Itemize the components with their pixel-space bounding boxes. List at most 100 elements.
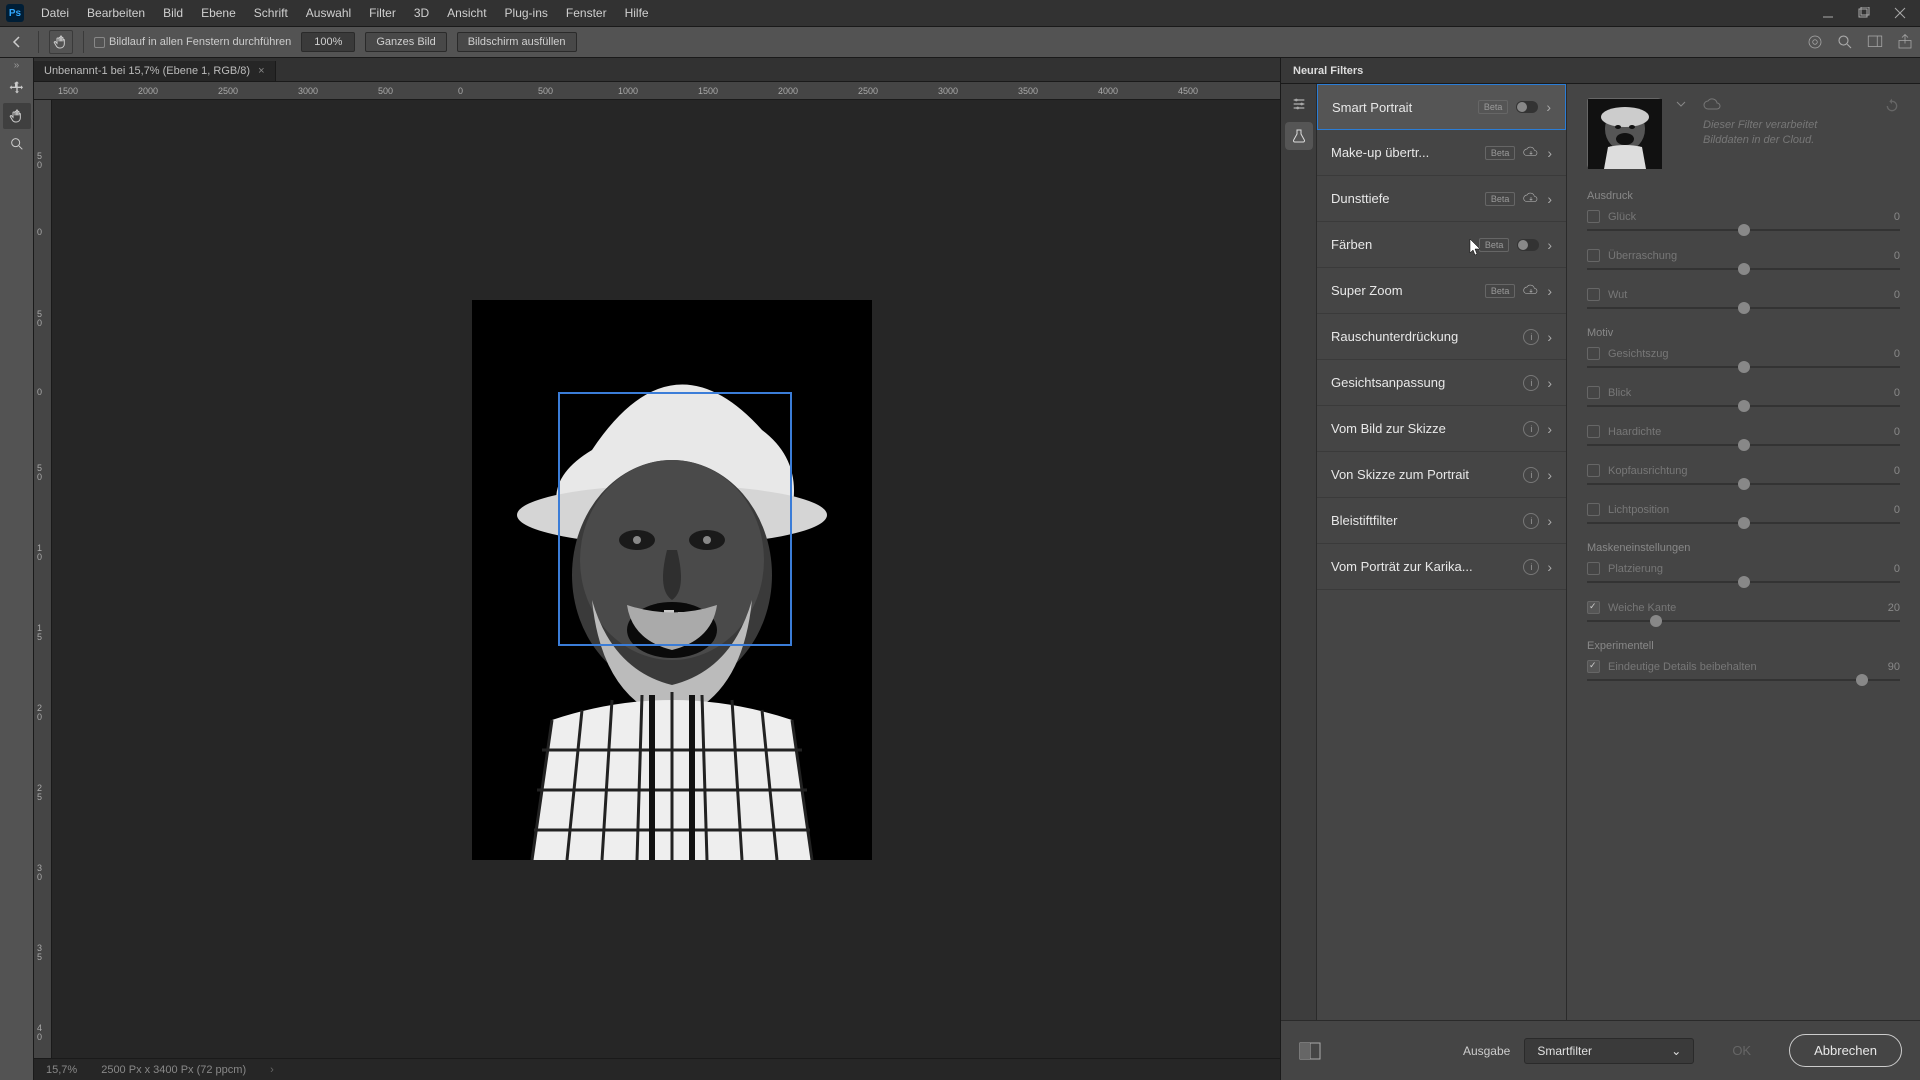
slider-thumb[interactable]	[1738, 478, 1750, 490]
close-button[interactable]	[1886, 3, 1914, 23]
category-featured[interactable]	[1285, 90, 1313, 118]
chevron-right-icon[interactable]: ›	[270, 1064, 274, 1076]
slider-checkbox[interactable]	[1587, 347, 1600, 360]
download-icon[interactable]	[1523, 283, 1539, 299]
filter-item[interactable]: Gesichtsanpassungi›	[1317, 360, 1566, 406]
home-back-button[interactable]	[6, 31, 28, 53]
slider-thumb[interactable]	[1738, 263, 1750, 275]
info-icon[interactable]: i	[1523, 513, 1539, 529]
filter-toggle[interactable]	[1517, 239, 1539, 251]
share-icon[interactable]	[1896, 33, 1914, 51]
info-icon[interactable]: i	[1523, 421, 1539, 437]
category-beta[interactable]	[1285, 122, 1313, 150]
slider-checkbox[interactable]	[1587, 660, 1600, 673]
filter-item[interactable]: Vom Porträt zur Karika...i›	[1317, 544, 1566, 590]
filter-item[interactable]: Make-up übertr...Beta›	[1317, 130, 1566, 176]
move-tool[interactable]	[3, 75, 31, 101]
workspace-icon[interactable]	[1866, 33, 1884, 51]
cloud-icon[interactable]	[1806, 33, 1824, 51]
slider-track[interactable]	[1587, 483, 1900, 485]
slider-checkbox[interactable]	[1587, 425, 1600, 438]
slider-track[interactable]	[1587, 620, 1900, 622]
slider-checkbox[interactable]	[1587, 210, 1600, 223]
info-icon[interactable]: i	[1523, 467, 1539, 483]
menu-item[interactable]: Plug-ins	[496, 4, 557, 22]
slider-checkbox[interactable]	[1587, 503, 1600, 516]
menu-item[interactable]: Hilfe	[616, 4, 658, 22]
face-thumbnail[interactable]	[1587, 98, 1661, 168]
slider-track[interactable]	[1587, 366, 1900, 368]
filter-toggle[interactable]	[1516, 101, 1538, 113]
close-icon[interactable]: ×	[258, 65, 264, 77]
chevron-down-icon[interactable]	[1675, 98, 1689, 112]
info-icon[interactable]: i	[1523, 329, 1539, 345]
slider-track[interactable]	[1587, 307, 1900, 309]
ok-button[interactable]: OK	[1708, 1035, 1775, 1066]
menu-item[interactable]: Bild	[154, 4, 192, 22]
slider-track[interactable]	[1587, 679, 1900, 681]
slider-checkbox[interactable]	[1587, 288, 1600, 301]
slider-track[interactable]	[1587, 444, 1900, 446]
menu-item[interactable]: Ebene	[192, 4, 245, 22]
slider-checkbox[interactable]	[1587, 249, 1600, 262]
slider-checkbox[interactable]	[1587, 562, 1600, 575]
slider-thumb[interactable]	[1738, 400, 1750, 412]
doc-tab[interactable]: Unbenannt-1 bei 15,7% (Ebene 1, RGB/8)×	[34, 61, 276, 81]
collapse-icon[interactable]: »	[14, 60, 20, 74]
maximize-button[interactable]	[1850, 3, 1878, 23]
reset-icon[interactable]	[1884, 98, 1900, 114]
menu-item[interactable]: Auswahl	[297, 4, 360, 22]
menu-item[interactable]: Ansicht	[438, 4, 495, 22]
filter-item[interactable]: Rauschunterdrückungi›	[1317, 314, 1566, 360]
menu-item[interactable]: Bearbeiten	[78, 4, 154, 22]
slider-thumb[interactable]	[1738, 576, 1750, 588]
slider-checkbox[interactable]	[1587, 386, 1600, 399]
filter-item[interactable]: Bleistiftfilteri›	[1317, 498, 1566, 544]
slider-thumb[interactable]	[1738, 302, 1750, 314]
filter-item[interactable]: Super ZoomBeta›	[1317, 268, 1566, 314]
slider-thumb[interactable]	[1738, 439, 1750, 451]
slider-thumb[interactable]	[1738, 517, 1750, 529]
hand-tool[interactable]	[3, 103, 31, 129]
menu-item[interactable]: Filter	[360, 4, 405, 22]
canvas[interactable]	[52, 100, 1280, 1058]
slider-track[interactable]	[1587, 581, 1900, 583]
scroll-all-checkbox[interactable]: Bildlauf in allen Fenstern durchführen	[94, 36, 291, 48]
fill-screen-button[interactable]: Bildschirm ausfüllen	[457, 32, 577, 52]
info-icon[interactable]: i	[1523, 559, 1539, 575]
chevron-right-icon: ›	[1547, 329, 1552, 345]
cancel-button[interactable]: Abbrechen	[1789, 1034, 1902, 1067]
output-select[interactable]: Smartfilter⌄	[1524, 1038, 1694, 1064]
slider-track[interactable]	[1587, 268, 1900, 270]
filter-item[interactable]: Smart PortraitBeta›	[1317, 84, 1566, 130]
slider-thumb[interactable]	[1856, 674, 1868, 686]
slider-thumb[interactable]	[1738, 361, 1750, 373]
filter-item[interactable]: Vom Bild zur Skizzei›	[1317, 406, 1566, 452]
menu-item[interactable]: Schrift	[245, 4, 297, 22]
before-after-icon[interactable]	[1299, 1042, 1321, 1060]
slider-checkbox[interactable]	[1587, 601, 1600, 614]
zoom-tool[interactable]	[3, 131, 31, 157]
slider-thumb[interactable]	[1650, 615, 1662, 627]
download-icon[interactable]	[1523, 145, 1539, 161]
ruler-tick: 40	[37, 1024, 42, 1042]
filter-item[interactable]: Von Skizze zum Portraiti›	[1317, 452, 1566, 498]
section-header: Ausdruck	[1587, 190, 1900, 202]
filter-item[interactable]: FärbenBeta›	[1317, 222, 1566, 268]
filter-item[interactable]: DunsttiefeBeta›	[1317, 176, 1566, 222]
menu-item[interactable]: Fenster	[557, 4, 616, 22]
menu-item[interactable]: 3D	[405, 4, 438, 22]
slider-track[interactable]	[1587, 229, 1900, 231]
info-icon[interactable]: i	[1523, 375, 1539, 391]
fit-whole-button[interactable]: Ganzes Bild	[365, 32, 446, 52]
menu-item[interactable]: Datei	[32, 4, 78, 22]
hand-tool-icon[interactable]	[49, 30, 73, 54]
search-icon[interactable]	[1836, 33, 1854, 51]
slider-checkbox[interactable]	[1587, 464, 1600, 477]
minimize-button[interactable]	[1814, 3, 1842, 23]
zoom-field[interactable]: 100%	[301, 32, 355, 52]
slider-track[interactable]	[1587, 405, 1900, 407]
slider-track[interactable]	[1587, 522, 1900, 524]
download-icon[interactable]	[1523, 191, 1539, 207]
slider-thumb[interactable]	[1738, 224, 1750, 236]
